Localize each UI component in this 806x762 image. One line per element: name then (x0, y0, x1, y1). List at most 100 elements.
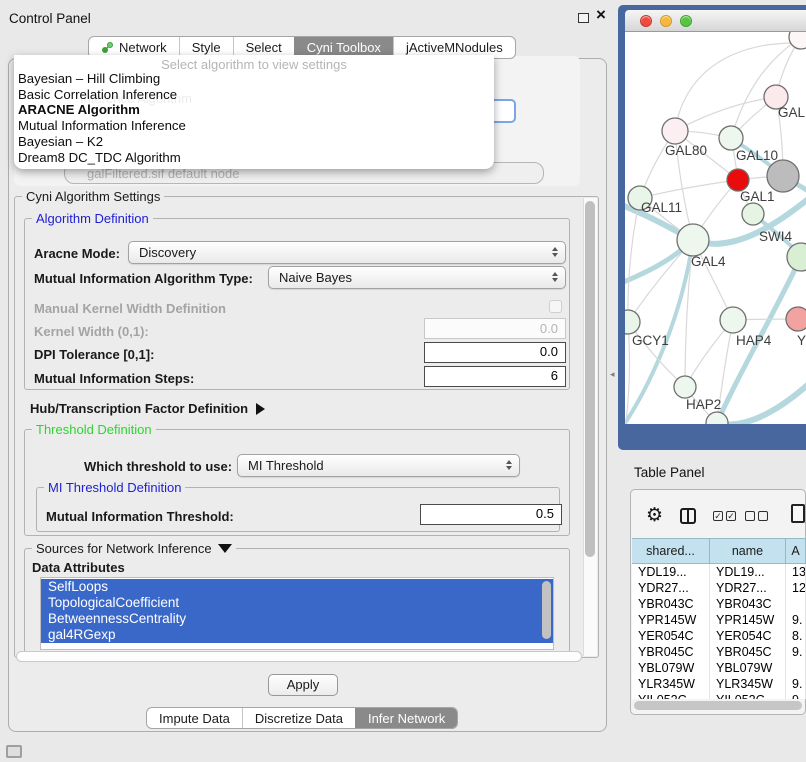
network-canvas[interactable]: GALGAL80GAL10GAL1GAL11SWI4GAL4GCY1HAP4YH… (625, 32, 806, 424)
tab-impute-data[interactable]: Impute Data (147, 708, 242, 728)
zoom-traffic-light-icon[interactable] (680, 15, 692, 27)
tab-label: Discretize Data (255, 708, 343, 729)
aracne-mode-combo[interactable]: Discovery (128, 241, 566, 264)
table-panel-title: Table Panel (634, 465, 705, 480)
settings-scrollbar-thumb[interactable] (585, 201, 595, 557)
table-row[interactable]: YIL052CYIL052C9. (632, 692, 806, 699)
table-cell: 9. (786, 644, 806, 660)
screen: Control Panel × galFiltered.sif default … (0, 0, 806, 762)
table-hscrollbar-thumb[interactable] (634, 701, 802, 710)
algorithm-option-bayesian-hill-climbing[interactable]: Bayesian – Hill Climbing (14, 71, 494, 87)
table-row[interactable]: YBL079WYBL079W (632, 660, 806, 676)
network-node[interactable] (767, 160, 799, 192)
node-label-gal4: GAL4 (691, 254, 726, 269)
unselect-all-columns-icon[interactable] (745, 511, 768, 521)
kernel-width-field[interactable]: 0.0 (424, 318, 566, 339)
manual-kernel-checkbox[interactable] (549, 300, 562, 313)
mi-threshold-group-title: MI Threshold Definition (44, 480, 185, 495)
table-cell: YDR27... (632, 580, 710, 596)
network-node-hap2[interactable] (674, 376, 696, 398)
table-header-row: shared...nameA (632, 538, 806, 564)
bottom-tabbar: Impute Data Discretize Data Infer Network (146, 707, 458, 729)
panel-collapse-arrow-icon[interactable]: ◂ (610, 369, 615, 380)
attribute-item-gal4rgexp[interactable]: gal4RGexp (41, 627, 553, 643)
table-row[interactable]: YDL19...YDL19...13 (632, 564, 806, 580)
algorithm-option-aracne-algorithm[interactable]: ARACNE Algorithm (14, 102, 494, 118)
aracne-mode-value: Discovery (139, 245, 196, 260)
settings-hscrollbar[interactable] (16, 651, 582, 662)
network-node-hap4[interactable] (720, 307, 746, 333)
table-row[interactable]: YPR145WYPR145W9. (632, 612, 806, 628)
hub-definition-label: Hub/Transcription Factor Definition (30, 401, 248, 416)
network-node-y[interactable] (786, 307, 806, 331)
close-icon[interactable]: × (596, 8, 606, 22)
column-header-2[interactable]: name (710, 538, 786, 564)
float-window-icon[interactable] (578, 13, 589, 23)
table-cell: YDL19... (632, 564, 710, 580)
dpi-tolerance-field[interactable]: 0.0 (424, 342, 566, 363)
network-node-gal10[interactable] (719, 126, 743, 150)
table-row[interactable]: YDR27...YDR27...12 (632, 580, 806, 596)
node-label-gal1: GAL1 (740, 189, 775, 204)
mi-threshold-field[interactable]: 0.5 (420, 504, 562, 525)
manual-kernel-label: Manual Kernel Width Definition (34, 301, 226, 316)
hub-definition-toggle[interactable]: Hub/Transcription Factor Definition (30, 401, 265, 416)
algorithm-option-mutual-information-inference[interactable]: Mutual Information Inference (14, 118, 494, 134)
tab-label: Impute Data (159, 708, 230, 729)
export-table-icon[interactable] (791, 504, 805, 523)
column-browser-icon[interactable] (680, 508, 696, 524)
combo-stepper-icon (506, 460, 512, 470)
close-traffic-light-icon[interactable] (640, 15, 652, 27)
table-row[interactable]: YBR045CYBR045C9. (632, 644, 806, 660)
attributes-scrollbar-thumb[interactable] (542, 581, 551, 639)
network-window-titlebar[interactable] (625, 10, 806, 32)
algorithm-option-dream8-dc-tdc-algorithm[interactable]: Dream8 DC_TDC Algorithm (14, 150, 494, 166)
table-cell: YLR345W (632, 676, 710, 692)
tab-discretize-data[interactable]: Discretize Data (242, 708, 355, 728)
mi-threshold-label: Mutual Information Threshold: (46, 509, 234, 524)
minimize-traffic-light-icon[interactable] (660, 15, 672, 27)
attribute-item-selfloops[interactable]: SelfLoops (41, 579, 553, 595)
mi-type-combo[interactable]: Naive Bayes (268, 266, 566, 289)
which-threshold-value: MI Threshold (248, 458, 324, 473)
mi-steps-label: Mutual Information Steps: (34, 371, 194, 386)
network-view-window: GALGAL80GAL10GAL1GAL11SWI4GAL4GCY1HAP4YH… (618, 5, 806, 450)
tab-infer-network[interactable]: Infer Network (355, 708, 457, 728)
network-node-swi4[interactable] (742, 203, 764, 225)
table-cell: YER054C (710, 628, 786, 644)
table-body[interactable]: YDL19...YDL19...13YDR27...YDR27...12YBR0… (632, 564, 806, 699)
network-node-gal1[interactable] (727, 169, 749, 191)
network-node-gal80[interactable] (662, 118, 688, 144)
algorithm-option-bayesian-k2[interactable]: Bayesian – K2 (14, 134, 494, 150)
table-row[interactable]: YER054CYER054C8. (632, 628, 806, 644)
table-cell: YBL079W (632, 660, 710, 676)
table-row[interactable]: YLR345WYLR345W9. (632, 676, 806, 692)
network-node[interactable] (789, 32, 806, 49)
table-row[interactable]: YBR043CYBR043C (632, 596, 806, 612)
attribute-item-betweennesscentrality[interactable]: BetweennessCentrality (41, 611, 553, 627)
aracne-mode-label: Aracne Mode: (34, 246, 120, 261)
mi-steps-field[interactable]: 6 (424, 366, 566, 387)
which-threshold-combo[interactable]: MI Threshold (237, 454, 520, 477)
table-cell: YBR045C (710, 644, 786, 660)
algorithm-option-basic-correlation-inference[interactable]: Basic Correlation Inference (14, 87, 494, 103)
network-node-gal4[interactable] (677, 224, 709, 256)
checked-box-icon: ✓ (726, 511, 736, 521)
column-header-3[interactable]: A (786, 538, 806, 564)
network-node[interactable] (706, 412, 728, 424)
attribute-item-topologicalcoefficient[interactable]: TopologicalCoefficient (41, 595, 553, 611)
node-label-swi4: SWI4 (759, 229, 792, 244)
sources-group-title[interactable]: Sources for Network Inference (32, 541, 236, 556)
data-attributes-list[interactable]: SelfLoopsTopologicalCoefficientBetweenne… (40, 577, 554, 650)
data-attributes-label: Data Attributes (32, 560, 125, 575)
control-panel-title: Control Panel (9, 11, 91, 26)
network-node-gcy1[interactable] (625, 310, 640, 334)
combo-stepper-icon (552, 247, 558, 257)
column-header-1[interactable]: shared... (632, 538, 710, 564)
minimized-panel-icon[interactable] (6, 745, 22, 758)
table-cell: YBR045C (632, 644, 710, 660)
apply-button[interactable]: Apply (268, 674, 338, 696)
unchecked-box-icon (758, 511, 768, 521)
gear-icon[interactable]: ⚙ (646, 506, 663, 525)
select-all-columns-icon[interactable]: ✓✓ (713, 511, 736, 521)
